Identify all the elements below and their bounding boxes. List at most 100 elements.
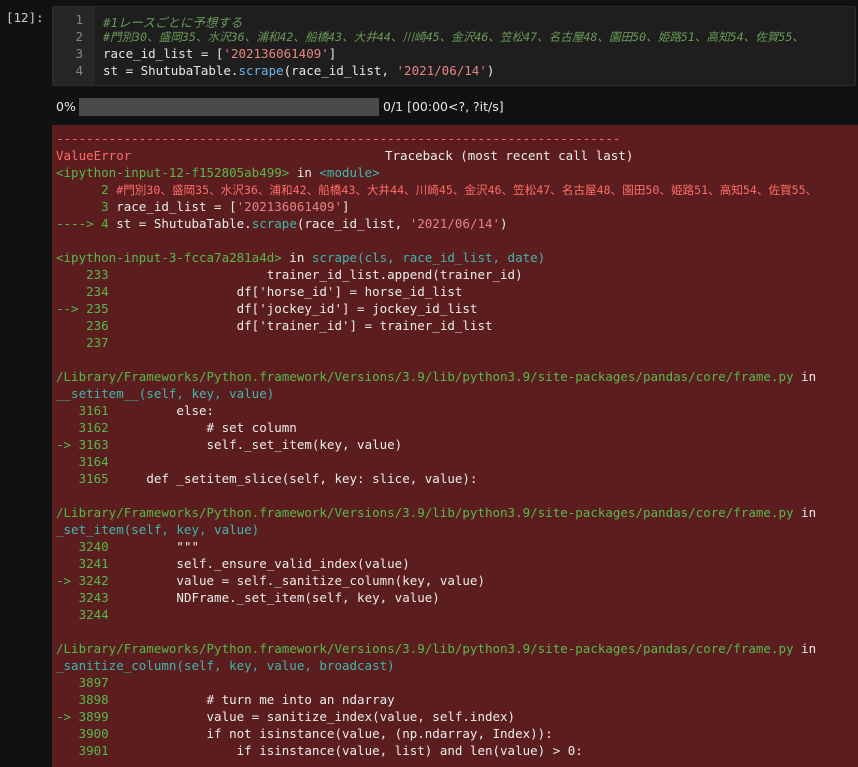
traceback-line: 236 df['trainer_id'] = trainer_id_list	[56, 318, 493, 333]
line-code: NDFrame._set_item(self, key, value)	[116, 590, 440, 605]
code-cell-input[interactable]: 1 2 3 4 #1レースごとに予想する #門別30、盛岡35、水沢36、浦和4…	[52, 6, 856, 86]
line-no: 3901	[56, 743, 117, 758]
line-code: # turn me into an ndarray	[116, 692, 395, 707]
line-code: trainer_id_list.append(trainer_id)	[116, 267, 523, 282]
traceback-output: ----------------------------------------…	[52, 125, 858, 767]
traceback-line: 3162 # set column	[56, 420, 297, 435]
frame-file: <ipython-input-3-fcca7a281a4d>	[56, 250, 282, 265]
traceback-line: 3900 if not isinstance(value, (np.ndarra…	[56, 726, 553, 741]
progress-bar	[79, 98, 379, 116]
frame-file: /Library/Frameworks/Python.framework/Ver…	[56, 641, 794, 656]
line-no: 3243	[56, 590, 117, 605]
line-no: 3244	[56, 607, 117, 622]
code-token: ]	[328, 46, 337, 61]
line-code: """	[116, 539, 200, 554]
line-no: 3162	[56, 420, 117, 435]
frame-in: in	[281, 250, 312, 265]
line-code: (race_id_list,	[296, 216, 410, 231]
line-code: if isinstance(value, list) and len(value…	[116, 743, 583, 758]
line-number: 4	[75, 63, 83, 78]
traceback-line: 234 df['horse_id'] = horse_id_list	[56, 284, 462, 299]
code-token-string: '202136061409'	[223, 46, 329, 61]
traceback-line-current: ----> 4 st = ShutubaTable.scrape(race_id…	[56, 216, 508, 231]
frame-where: scrape(cls, race_id_list, date)	[311, 250, 546, 265]
line-no: 3240	[56, 539, 117, 554]
line-code: df['horse_id'] = horse_id_list	[116, 284, 463, 299]
frame-in: in	[289, 165, 320, 180]
line-no: 3241	[56, 556, 117, 571]
frame-file: <ipython-input-12-f152805ab499>	[56, 165, 290, 180]
traceback-line: 3241 self._ensure_valid_index(value)	[56, 556, 410, 571]
frame-in: in	[793, 641, 817, 656]
line-code: def _setitem_slice(self, key: slice, val…	[116, 471, 478, 486]
traceback-line: 3240 """	[56, 539, 199, 554]
code-token: race_id_list = [	[103, 46, 224, 61]
line-no: 3	[56, 199, 117, 214]
traceback-line: -> 3899 value = sanitize_index(value, se…	[56, 709, 515, 724]
line-code-function: scrape	[251, 216, 297, 231]
line-no: 237	[56, 335, 117, 350]
traceback-line: 3901 if isinstance(value, list) and len(…	[56, 743, 583, 758]
traceback-line: 3 race_id_list = ['202136061409']	[56, 199, 350, 214]
line-code: race_id_list = [	[116, 199, 237, 214]
line-code: #門別30、盛岡35、水沢36、浦和42、船橋43、大井44、川崎45、金沢46…	[116, 183, 818, 197]
line-no: -> 3899	[56, 709, 117, 724]
frame-in: in	[793, 369, 817, 384]
line-code: self._set_item(key, value)	[116, 437, 403, 452]
code-line-2: #門別30、盛岡35、水沢36、浦和42、船橋43、大井44、川崎45、金沢46…	[103, 30, 804, 44]
line-no: -> 3163	[56, 437, 117, 452]
traceback-header: Traceback (most recent call last)	[385, 148, 634, 163]
frame-file: /Library/Frameworks/Python.framework/Ver…	[56, 369, 794, 384]
line-no: -> 3242	[56, 573, 117, 588]
line-no: 233	[56, 267, 117, 282]
line-no: 236	[56, 318, 117, 333]
code-line-4: st = ShutubaTable.scrape(race_id_list, '…	[103, 63, 494, 78]
line-code: )	[500, 216, 508, 231]
line-code: ]	[342, 199, 350, 214]
frame-header: <ipython-input-3-fcca7a281a4d> in scrape…	[56, 250, 545, 265]
code-token: )	[486, 63, 495, 78]
line-no: 234	[56, 284, 117, 299]
line-no: 3897	[56, 675, 117, 690]
line-code: else:	[116, 403, 215, 418]
code-token-function: scrape	[238, 63, 284, 78]
frame-function: _sanitize_column(self, key, value, broad…	[56, 658, 395, 673]
line-code: df['trainer_id'] = trainer_id_list	[116, 318, 493, 333]
traceback-line: 3898 # turn me into an ndarray	[56, 692, 395, 707]
line-code: st = ShutubaTable.	[116, 216, 252, 231]
progress-status: 0/1 [00:00<?, ?it/s]	[383, 99, 504, 114]
traceback-line: 3164	[56, 454, 116, 469]
line-code: self._ensure_valid_index(value)	[116, 556, 410, 571]
traceback-line: -> 3163 self._set_item(key, value)	[56, 437, 402, 452]
line-number-gutter: 1 2 3 4	[53, 7, 95, 85]
frame-file: /Library/Frameworks/Python.framework/Ver…	[56, 505, 794, 520]
traceback-line: 237	[56, 335, 116, 350]
line-no: 3900	[56, 726, 117, 741]
code-token: st = ShutubaTable.	[103, 63, 239, 78]
line-code: df['jockey_id'] = jockey_id_list	[116, 301, 478, 316]
code-line-3: race_id_list = ['202136061409']	[103, 46, 336, 61]
code-token: (race_id_list,	[283, 63, 397, 78]
progress-percent: 0%	[56, 99, 76, 114]
frame-function: __setitem__(self, key, value)	[56, 386, 275, 401]
line-no: 3161	[56, 403, 117, 418]
line-code: value = self._sanitize_column(key, value…	[116, 573, 485, 588]
traceback-line: 3243 NDFrame._set_item(self, key, value)	[56, 590, 440, 605]
line-number: 2	[75, 29, 83, 44]
code-token-string: '2021/06/14'	[396, 63, 487, 78]
line-code: # set column	[116, 420, 297, 435]
traceback-line: 233 trainer_id_list.append(trainer_id)	[56, 267, 523, 282]
error-name: ValueError	[56, 148, 132, 163]
traceback-separator: ----------------------------------------…	[56, 131, 621, 146]
traceback-line: 2 #門別30、盛岡35、水沢36、浦和42、船橋43、大井44、川崎45、金沢…	[56, 182, 817, 198]
traceback-line: 3161 else:	[56, 403, 215, 418]
frame-path: /Library/Frameworks/Python.framework/Ver…	[56, 369, 816, 384]
frame-path: /Library/Frameworks/Python.framework/Ver…	[56, 641, 816, 656]
traceback-line: 3165 def _setitem_slice(self, key: slice…	[56, 471, 478, 486]
line-no: ----> 4	[56, 216, 117, 231]
line-no: 3164	[56, 454, 117, 469]
traceback-line: -> 3242 value = self._sanitize_column(ke…	[56, 573, 485, 588]
frame-where: <module>	[319, 165, 380, 180]
frame-function: _set_item(self, key, value)	[56, 522, 260, 537]
cell-prompt: [12]:	[6, 10, 44, 25]
